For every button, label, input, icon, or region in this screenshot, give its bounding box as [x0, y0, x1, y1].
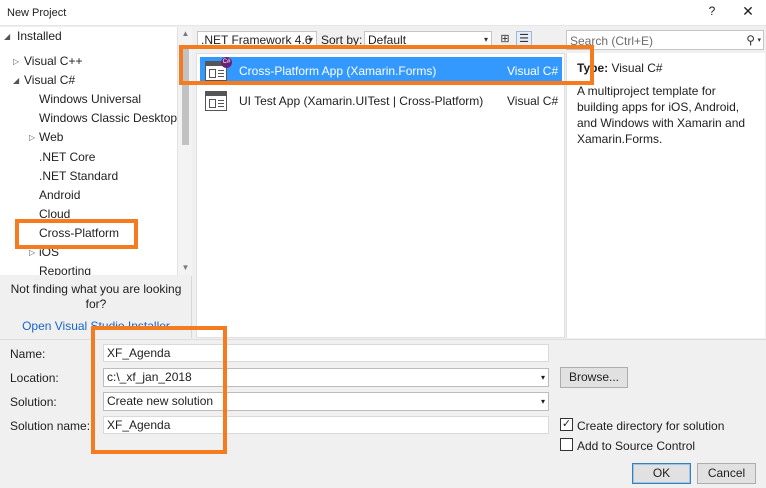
xamarin-forms-template-icon: C# [205, 57, 232, 81]
tree-item-android[interactable]: Android [39, 186, 80, 205]
expand-arrow-icon[interactable]: ▷ [29, 128, 35, 147]
solution-value: Create new solution [107, 394, 214, 408]
framework-select[interactable]: .NET Framework 4.6 ▾ [197, 31, 317, 49]
location-value: c:\_xf_jan_2018 [107, 370, 192, 384]
tree-item-installed[interactable]: Installed [17, 27, 62, 46]
tree-item-ios[interactable]: iOS [39, 243, 59, 262]
template-name: Cross-Platform App (Xamarin.Forms) [239, 64, 437, 78]
name-label: Name: [10, 347, 46, 361]
solution-label: Solution: [10, 395, 57, 409]
expand-arrow-icon[interactable]: ▷ [13, 52, 19, 71]
tree-item-cloud[interactable]: Cloud [39, 205, 70, 224]
csharp-badge-icon: C# [221, 57, 232, 68]
description-panel: Type: Visual C# A multiproject template … [566, 53, 765, 338]
tree-item-net-standard[interactable]: .NET Standard [39, 167, 118, 186]
location-label: Location: [10, 371, 59, 385]
tree-item-web[interactable]: Web [39, 128, 63, 147]
open-installer-link[interactable]: Open Visual Studio Installer [0, 319, 192, 333]
template-language: Visual C# [507, 94, 559, 108]
search-placeholder: Search (Ctrl+E) [570, 34, 654, 48]
template-list: C# Cross-Platform App (Xamarin.Forms) Vi… [196, 53, 565, 338]
chevron-down-icon[interactable]: ▾ [541, 369, 545, 386]
location-combobox[interactable]: c:\_xf_jan_2018 ▾ [103, 368, 549, 387]
type-value: Visual C# [611, 61, 663, 75]
tree-item-reporting[interactable]: Reporting [39, 262, 91, 275]
tree-item-cross-platform[interactable]: Cross-Platform [39, 224, 119, 243]
collapse-arrow-icon[interactable]: ◢ [4, 27, 10, 46]
template-description: A multiproject template for building app… [577, 84, 746, 146]
create-directory-checkbox[interactable]: ✓ [560, 418, 573, 431]
tree-item-windows-classic-desktop[interactable]: Windows Classic Desktop [39, 109, 177, 128]
template-item-xamarin-forms[interactable]: C# Cross-Platform App (Xamarin.Forms) Vi… [200, 57, 562, 85]
sort-label: Sort by: [321, 33, 363, 47]
not-found-panel: Not finding what you are looking for? Op… [0, 276, 192, 338]
framework-value: .NET Framework 4.6 [201, 33, 312, 47]
source-control-label: Add to Source Control [577, 439, 696, 453]
collapse-arrow-icon[interactable]: ◢ [13, 71, 19, 90]
expand-arrow-icon[interactable]: ▷ [29, 243, 35, 262]
template-name: UI Test App (Xamarin.UITest | Cross-Plat… [239, 94, 484, 108]
browse-button[interactable]: Browse... [560, 367, 628, 388]
uitest-template-icon [205, 91, 227, 111]
title-bar: New Project ? ✕ [0, 0, 766, 26]
scroll-up-icon[interactable]: ▲ [178, 27, 193, 41]
cancel-button[interactable]: Cancel [697, 463, 756, 484]
template-tree: ◢ Installed ▷ Visual C++ ◢ Visual C# Win… [0, 27, 192, 275]
help-button[interactable]: ? [700, 4, 724, 22]
template-language: Visual C# [507, 64, 559, 78]
project-form: Name: XF_Agenda Location: c:\_xf_jan_201… [0, 339, 766, 488]
list-view-icon[interactable]: ☰ [516, 31, 532, 47]
source-control-checkbox[interactable] [560, 438, 573, 451]
type-label: Type: [577, 61, 609, 75]
name-field[interactable]: XF_Agenda [103, 344, 549, 362]
solution-select[interactable]: Create new solution ▾ [103, 392, 549, 411]
scroll-thumb[interactable] [182, 45, 189, 145]
search-icon[interactable]: ⚲ [746, 33, 755, 47]
scroll-down-icon[interactable]: ▼ [178, 261, 193, 275]
tree-item-net-core[interactable]: .NET Core [39, 148, 95, 167]
not-found-message: Not finding what you are looking for? [10, 282, 182, 311]
tree-item-visual-cpp[interactable]: Visual C++ [24, 52, 82, 71]
close-button[interactable]: ✕ [736, 3, 760, 21]
chevron-down-icon[interactable]: ▾ [757, 36, 761, 44]
grid-view-icon[interactable]: ⊞ [497, 31, 513, 47]
search-box[interactable]: Search (Ctrl+E) ⚲ ▾ [566, 30, 764, 50]
chevron-down-icon: ▾ [308, 35, 313, 44]
sort-value: Default [368, 33, 407, 47]
chevron-down-icon[interactable]: ▾ [541, 393, 545, 410]
sort-select[interactable]: Default ▾ [364, 31, 492, 49]
tree-item-windows-universal[interactable]: Windows Universal [39, 90, 141, 109]
template-item-uitest[interactable]: UI Test App (Xamarin.UITest | Cross-Plat… [200, 87, 562, 115]
tree-item-visual-csharp[interactable]: Visual C# [24, 71, 75, 90]
solution-name-label: Solution name: [10, 419, 91, 433]
window-title: New Project [7, 7, 67, 19]
ok-button[interactable]: OK [632, 463, 691, 484]
create-directory-label: Create directory for solution [577, 419, 725, 433]
tree-scrollbar[interactable]: ▲ ▼ [177, 27, 192, 275]
template-type: Type: Visual C# [577, 61, 663, 75]
chevron-down-icon: ▾ [483, 35, 488, 44]
solution-name-field[interactable]: XF_Agenda [103, 416, 549, 434]
